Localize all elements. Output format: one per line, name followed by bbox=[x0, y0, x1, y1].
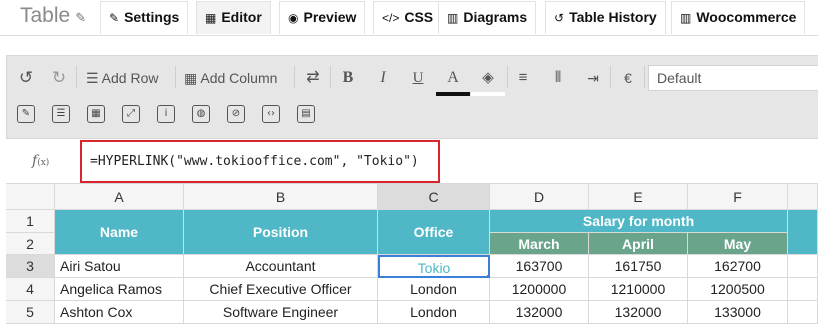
tab-label: Editor bbox=[221, 9, 262, 25]
list-icon[interactable]: ☰ bbox=[52, 105, 70, 123]
table-cell[interactable]: 132000 bbox=[589, 301, 688, 324]
tab-diagrams[interactable]: ▥ Diagrams bbox=[438, 1, 537, 34]
row-header[interactable]: 1 bbox=[6, 210, 55, 233]
font-select[interactable]: Default bbox=[648, 65, 818, 91]
row-header[interactable]: 2 bbox=[6, 233, 55, 255]
header-cell-month[interactable]: April bbox=[589, 233, 688, 255]
table-cell[interactable]: 1200000 bbox=[490, 278, 589, 301]
tab-editor[interactable]: ▦ Editor bbox=[196, 1, 271, 34]
tab-table-history[interactable]: ↺ Table History bbox=[545, 1, 666, 34]
list-icon: ☰ bbox=[86, 70, 102, 86]
header-cell-salary[interactable]: Salary for month bbox=[490, 210, 788, 233]
tab-label: Woocommerce bbox=[696, 9, 797, 25]
title-text: Table bbox=[20, 4, 71, 27]
tab-label: CSS bbox=[404, 9, 434, 25]
code-icon[interactable]: ‹› bbox=[262, 105, 280, 123]
active-cell-link[interactable]: Tokio bbox=[378, 255, 490, 278]
calendar-icon[interactable]: ▦ bbox=[87, 105, 105, 123]
tab-settings[interactable]: ✎ Settings bbox=[100, 1, 189, 34]
header-cell-month[interactable]: May bbox=[688, 233, 788, 255]
column-header[interactable]: C bbox=[378, 183, 490, 210]
add-column-button[interactable]: ▦ Add Column bbox=[184, 64, 277, 92]
eye-icon: ◉ bbox=[288, 11, 299, 25]
table-cell[interactable]: 1210000 bbox=[589, 278, 688, 301]
block-icon[interactable]: ⊘ bbox=[227, 105, 245, 123]
header-cell-position[interactable]: Position bbox=[184, 210, 378, 255]
row-header[interactable]: 5 bbox=[6, 301, 55, 324]
bold-button[interactable]: B bbox=[335, 64, 361, 92]
currency-button[interactable]: € bbox=[615, 64, 641, 92]
pencil-icon[interactable]: ✎ bbox=[75, 10, 86, 25]
tab-label: Table History bbox=[569, 9, 657, 25]
hide-icon[interactable]: ◍ bbox=[192, 105, 210, 123]
fx-sub: (x) bbox=[37, 158, 50, 168]
table-cell[interactable]: 163700 bbox=[490, 255, 589, 278]
undo-icon[interactable]: ↺ bbox=[13, 64, 39, 92]
column-header[interactable] bbox=[788, 183, 818, 210]
row-header[interactable]: 4 bbox=[6, 278, 55, 301]
swap-icon[interactable]: ⇄ bbox=[300, 64, 326, 92]
column-header[interactable]: E bbox=[589, 183, 688, 210]
add-row-label: Add Row bbox=[101, 70, 159, 86]
function-icon: f(x) bbox=[32, 153, 49, 169]
columns-icon: ▦ bbox=[184, 70, 201, 86]
tab-woocommerce[interactable]: ▥ Woocommerce bbox=[671, 1, 806, 34]
column-header[interactable]: B bbox=[184, 183, 378, 210]
column-header[interactable]: F bbox=[688, 183, 788, 210]
add-row-button[interactable]: ☰ Add Row bbox=[86, 64, 158, 92]
wrap-text-icon[interactable]: ⇥ bbox=[580, 64, 606, 92]
table-cell[interactable]: Ashton Cox bbox=[55, 301, 184, 324]
tab-css[interactable]: </> CSS bbox=[373, 1, 443, 34]
bar-chart-icon: ▥ bbox=[447, 11, 459, 25]
align-left-icon[interactable]: ≡ bbox=[510, 64, 536, 92]
underline-button[interactable]: U bbox=[405, 64, 431, 92]
resize-icon[interactable]: ⤢ bbox=[122, 105, 140, 123]
formula-input[interactable]: =HYPERLINK("www.tokiooffice.com", "Tokio… bbox=[80, 140, 440, 183]
grid-icon: ▦ bbox=[205, 11, 217, 25]
info-icon[interactable]: i bbox=[157, 105, 175, 123]
tab-label: Preview bbox=[303, 9, 357, 25]
table-cell[interactable]: Software Engineer bbox=[184, 301, 378, 324]
table-cell[interactable]: 132000 bbox=[490, 301, 589, 324]
header-cell-empty[interactable] bbox=[788, 210, 818, 255]
header-cell-office[interactable]: Office bbox=[378, 210, 490, 255]
header-cell-month[interactable]: March bbox=[490, 233, 589, 255]
column-header[interactable]: D bbox=[490, 183, 589, 210]
table-cell[interactable]: 161750 bbox=[589, 255, 688, 278]
table-cell[interactable]: Angelica Ramos bbox=[55, 278, 184, 301]
table-cell[interactable]: Chief Executive Officer bbox=[184, 278, 378, 301]
page-title[interactable]: Table ✎ bbox=[20, 4, 86, 28]
table-cell[interactable]: 133000 bbox=[688, 301, 788, 324]
tab-label: Diagrams bbox=[463, 9, 528, 25]
history-icon: ↺ bbox=[554, 11, 565, 25]
text-color-button[interactable]: A bbox=[436, 64, 470, 96]
tab-preview[interactable]: ◉ Preview bbox=[279, 1, 366, 34]
vertical-align-icon[interactable]: ⦀ bbox=[545, 64, 571, 92]
corner-cell[interactable] bbox=[6, 183, 55, 210]
header-cell-name[interactable]: Name bbox=[55, 210, 184, 255]
row-header[interactable]: 3 bbox=[6, 255, 55, 278]
tab-label: Settings bbox=[124, 9, 180, 25]
table-cell[interactable] bbox=[788, 278, 818, 301]
code-icon: </> bbox=[382, 11, 400, 25]
table-icon[interactable]: ▤ bbox=[297, 105, 315, 123]
table-cell[interactable] bbox=[788, 255, 818, 278]
table-cell[interactable]: 1200500 bbox=[688, 278, 788, 301]
italic-button[interactable]: I bbox=[370, 64, 396, 92]
table-cell[interactable] bbox=[788, 301, 818, 324]
spreadsheet-grid: A B C D E F 1 2 3 4 5 Name Position Offi… bbox=[6, 183, 818, 327]
table-cell[interactable]: London bbox=[378, 301, 490, 324]
table-cell[interactable]: Airi Satou bbox=[55, 255, 184, 278]
add-column-label: Add Column bbox=[200, 70, 278, 86]
top-bar: Table ✎ ✎ Settings ▦ Editor ◉ Preview </> CSS… bbox=[0, 0, 818, 36]
bar-chart-icon: ▥ bbox=[680, 11, 692, 25]
column-header[interactable]: A bbox=[55, 183, 184, 210]
fill-color-icon[interactable]: ◈ bbox=[471, 64, 505, 96]
redo-icon[interactable]: ↻ bbox=[46, 64, 72, 92]
table-cell[interactable]: Accountant bbox=[184, 255, 378, 278]
wrench-icon: ✎ bbox=[109, 11, 120, 25]
table-cell[interactable]: 162700 bbox=[688, 255, 788, 278]
edit-icon[interactable]: ✎ bbox=[17, 105, 35, 123]
table-cell[interactable]: London bbox=[378, 278, 490, 301]
